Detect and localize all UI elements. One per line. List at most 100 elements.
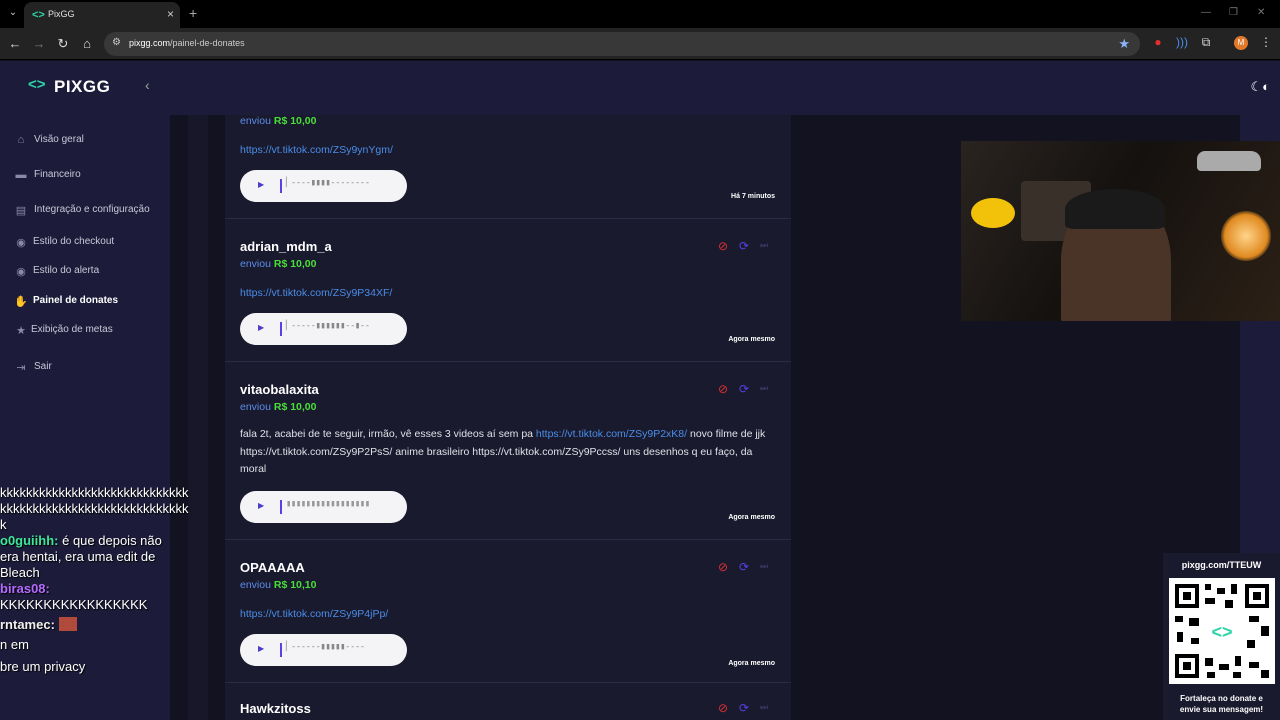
address-bar[interactable]: ⚙ pixgg.com/painel-de-donates ★ bbox=[104, 32, 1140, 56]
donate-link[interactable]: https://vt.tiktok.com/ZSy9ynYgm/ bbox=[240, 144, 393, 156]
donate-card: OPAAAAA enviou R$ 10,10 ⊘ ⟳ ⏭ https://vt… bbox=[225, 540, 791, 683]
home-icon: ⌂ bbox=[17, 134, 25, 146]
chat-username: o0guiihh: bbox=[0, 533, 59, 548]
donate-amount: R$ 10,00 bbox=[273, 401, 317, 413]
back-icon[interactable]: ← bbox=[7, 36, 23, 51]
audio-waveform: ▏----▮▮▮▮-------- bbox=[286, 178, 370, 188]
webcam-overlay bbox=[961, 141, 1280, 321]
logo-text: PIXGG bbox=[54, 77, 111, 96]
donate-message-link[interactable]: https://vt.tiktok.com/ZSy9P2xK8/ bbox=[536, 428, 687, 440]
integration-icon: ▤ bbox=[15, 205, 27, 217]
audio-progress-cursor[interactable] bbox=[280, 500, 282, 514]
star-icon: ★ bbox=[16, 325, 26, 337]
chat-line: n em bbox=[0, 637, 29, 652]
extensions-puzzle-icon[interactable]: ⧉ bbox=[1198, 35, 1214, 50]
donate-link[interactable]: https://vt.tiktok.com/ZSy9P4jPp/ bbox=[240, 608, 388, 620]
audio-waveform: ▮▮▮▮▮▮▮▮▮▮▮▮▮▮▮▮▮ bbox=[286, 499, 370, 509]
skip-icon[interactable]: ⏭ bbox=[760, 383, 768, 394]
webcam-toy-car bbox=[1197, 151, 1261, 171]
theme-toggle-moon-icon[interactable]: ☾◐ bbox=[1250, 79, 1270, 95]
audio-progress-cursor[interactable] bbox=[280, 643, 282, 657]
skip-icon[interactable]: ⏭ bbox=[760, 702, 768, 713]
skip-icon[interactable]: ⏭ bbox=[760, 561, 768, 572]
extension-wave-icon[interactable]: ))) bbox=[1174, 35, 1190, 49]
chat-line: o0guiihh: é que depois não bbox=[0, 533, 162, 548]
sidebar-item-label: Estilo do alerta bbox=[33, 265, 100, 276]
extension-red-icon[interactable]: ● bbox=[1150, 35, 1166, 49]
browser-toolbar: ← → ↻ ⌂ ⚙ pixgg.com/painel-de-donates ★ bbox=[0, 28, 1280, 60]
url-host: pixgg.com bbox=[129, 38, 171, 48]
chat-username: biras08: bbox=[0, 581, 50, 596]
play-icon[interactable]: ▶ bbox=[258, 323, 264, 332]
block-icon[interactable]: ⊘ bbox=[718, 560, 728, 574]
profile-avatar[interactable]: M bbox=[1234, 36, 1248, 50]
restore-icon[interactable]: ❐ bbox=[1229, 7, 1238, 18]
site-info-icon[interactable]: ⚙ bbox=[112, 37, 121, 48]
new-tab-icon[interactable]: + bbox=[189, 5, 197, 21]
block-icon[interactable]: ⊘ bbox=[718, 239, 728, 253]
close-window-icon[interactable]: ✕ bbox=[1257, 7, 1265, 18]
tab-title: PixGG bbox=[48, 9, 75, 19]
app-topbar: ☾◐ bbox=[170, 61, 1280, 115]
replay-icon[interactable]: ⟳ bbox=[739, 239, 749, 253]
audio-player[interactable]: ▶ ▏------▮▮▮▮▮---- bbox=[240, 634, 407, 666]
donate-card: Hawkzitoss ⊘ ⟳ ⏭ bbox=[225, 683, 791, 720]
donate-amount: R$ 10,00 bbox=[273, 115, 317, 127]
donate-username: Hawkzitoss bbox=[240, 701, 311, 716]
donate-link[interactable]: https://vt.tiktok.com/ZSy9P34XF/ bbox=[240, 287, 392, 299]
donate-time: Há 7 minutos bbox=[731, 193, 775, 200]
block-icon[interactable]: ⊘ bbox=[718, 701, 728, 715]
browser-tab[interactable]: <> PixGG × bbox=[24, 2, 180, 28]
donate-card: vitaobalaxita enviou R$ 10,00 ⊘ ⟳ ⏭ fala… bbox=[225, 362, 791, 540]
donate-hand-icon: ✋ bbox=[14, 296, 28, 308]
audio-player[interactable]: ▶ ▏----▮▮▮▮-------- bbox=[240, 170, 407, 202]
donate-amount: R$ 10,10 bbox=[273, 579, 317, 591]
donate-sent: enviou R$ 10,00 bbox=[240, 115, 317, 127]
forward-icon[interactable]: → bbox=[31, 36, 47, 51]
chat-line: kkkkkkkkkkkkkkkkkkkkkkkkkkkkk bbox=[0, 501, 189, 516]
chat-line: KKKKKKKKKKKKKKKKK bbox=[0, 597, 148, 612]
webcam-person-cap bbox=[1065, 189, 1165, 229]
sidebar-item-label: Sair bbox=[34, 361, 52, 372]
sidebar-item-label: Integração e configuração bbox=[34, 204, 150, 215]
wallet-icon: ▬ bbox=[15, 169, 27, 181]
block-icon[interactable]: ⊘ bbox=[718, 382, 728, 396]
stream-chat-overlay: kkkkkkkkkkkkkkkkkkkkkkkkkkkkk kkkkkkkkkk… bbox=[0, 485, 200, 675]
replay-icon[interactable]: ⟳ bbox=[739, 382, 749, 396]
minimize-icon[interactable]: — bbox=[1201, 7, 1211, 18]
tab-close-icon[interactable]: × bbox=[167, 7, 174, 21]
pixgg-logo-icon: <> bbox=[28, 76, 46, 93]
tab-search-chevron-icon[interactable]: ⌄ bbox=[6, 6, 20, 20]
audio-waveform: ▏------▮▮▮▮▮---- bbox=[286, 642, 365, 652]
donate-username: adrian_mdm_a bbox=[240, 239, 332, 254]
audio-player[interactable]: ▶ ▏-----▮▮▮▮▮▮--▮-- bbox=[240, 313, 407, 345]
collapse-sidebar-icon[interactable]: ‹ bbox=[145, 77, 150, 93]
bookmark-star-icon[interactable]: ★ bbox=[1118, 36, 1130, 52]
palette-icon: ◉ bbox=[16, 266, 26, 278]
play-icon[interactable]: ▶ bbox=[258, 180, 264, 189]
browser-menu-icon[interactable]: ⋮ bbox=[1258, 35, 1274, 49]
reload-icon[interactable]: ↻ bbox=[55, 36, 71, 52]
replay-icon[interactable]: ⟳ bbox=[739, 560, 749, 574]
qr-code: <> bbox=[1169, 578, 1275, 684]
palette-icon: ◉ bbox=[16, 237, 26, 249]
audio-progress-cursor[interactable] bbox=[280, 179, 282, 193]
audio-progress-cursor[interactable] bbox=[280, 322, 282, 336]
audio-player[interactable]: ▶ ▮▮▮▮▮▮▮▮▮▮▮▮▮▮▮▮▮ bbox=[240, 491, 407, 523]
donate-card: enviou R$ 10,00 https://vt.tiktok.com/ZS… bbox=[225, 115, 791, 219]
webcam-lamp-right bbox=[1221, 211, 1271, 261]
donate-card: adrian_mdm_a enviou R$ 10,00 ⊘ ⟳ ⏭ https… bbox=[225, 219, 791, 362]
home-browser-icon[interactable]: ⌂ bbox=[79, 36, 95, 51]
donate-list: enviou R$ 10,00 https://vt.tiktok.com/ZS… bbox=[225, 115, 791, 720]
replay-icon[interactable]: ⟳ bbox=[739, 701, 749, 715]
sidebar-item-label: Exibição de metas bbox=[31, 324, 113, 335]
svg-text:<>: <> bbox=[1211, 622, 1232, 642]
play-icon[interactable]: ▶ bbox=[258, 501, 264, 510]
chat-line: rntamec: bbox=[0, 617, 200, 633]
webcam-lamp-left bbox=[971, 198, 1015, 228]
play-icon[interactable]: ▶ bbox=[258, 644, 264, 653]
donate-sent: enviou R$ 10,10 bbox=[240, 579, 317, 591]
skip-icon[interactable]: ⏭ bbox=[760, 240, 768, 251]
logout-icon: ⇥ bbox=[16, 362, 26, 374]
chat-emote-icon bbox=[58, 617, 77, 631]
